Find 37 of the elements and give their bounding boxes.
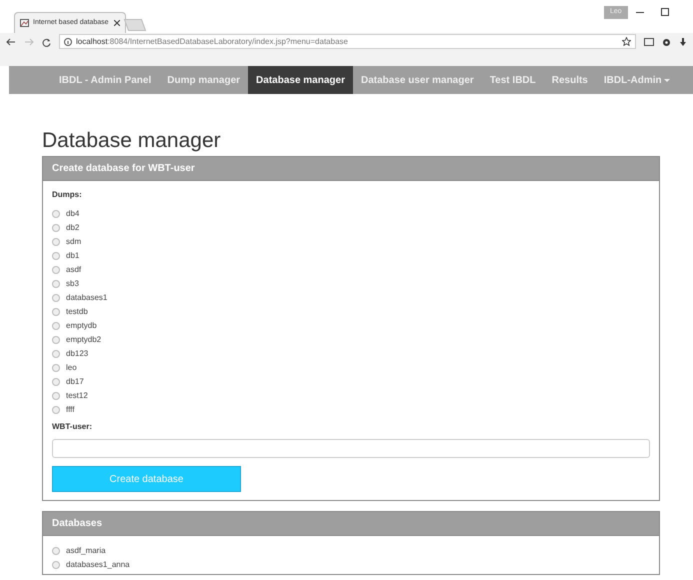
star-icon[interactable] (622, 37, 631, 46)
back-icon[interactable] (6, 38, 16, 46)
info-icon (64, 38, 72, 46)
caret-icon (664, 78, 670, 82)
radio-option[interactable]: sb3 (52, 277, 650, 292)
close-icon[interactable] (114, 20, 120, 26)
radio-option[interactable]: sdm (52, 235, 650, 250)
radio-option[interactable]: databases1 (52, 291, 650, 306)
user-input-field[interactable] (52, 439, 650, 458)
download-icon[interactable] (679, 38, 687, 47)
radio-option[interactable]: test12 (52, 389, 650, 404)
page-icon (20, 19, 29, 27)
radio-option[interactable]: db4 (52, 207, 650, 222)
radio-option[interactable]: db1 (52, 249, 650, 264)
minimize-icon[interactable] (636, 12, 644, 14)
radio-option[interactable]: db2 (52, 221, 650, 236)
panel-heading: Create database for WBT-user (43, 157, 659, 182)
reload-icon[interactable] (42, 38, 51, 47)
radio-option[interactable]: asdf_maria (52, 544, 650, 558)
radio-option[interactable]: emptydb2 (52, 333, 650, 348)
radio-option[interactable]: databases1_anna (52, 558, 650, 572)
nav-link[interactable]: Database manager (248, 66, 353, 94)
cast-icon[interactable] (644, 38, 654, 46)
radio-option[interactable]: asdf (52, 263, 650, 278)
panel-heading: Databases (43, 512, 659, 536)
radio-option[interactable]: leo (52, 361, 650, 376)
user-label: WBT-user: (52, 421, 93, 434)
dumps-label: Dumps: (52, 189, 83, 202)
radio-option[interactable]: db17 (52, 375, 650, 390)
radio-option[interactable]: emptydb (52, 319, 650, 334)
maximize-icon[interactable] (661, 8, 669, 16)
radio-option[interactable]: testdb (52, 305, 650, 320)
address-bar[interactable]: localhost:8084/InternetBasedDatabaseLaboratory/index.jsp?menu=database (59, 34, 636, 49)
url-text: localhost:8084/InternetBasedDatabaseLaboratory/index.jsp?menu=database (76, 36, 348, 48)
radio-option[interactable]: ffff (52, 403, 650, 418)
radio-option[interactable]: db123 (52, 347, 650, 362)
page-title: Database manager (42, 128, 222, 154)
